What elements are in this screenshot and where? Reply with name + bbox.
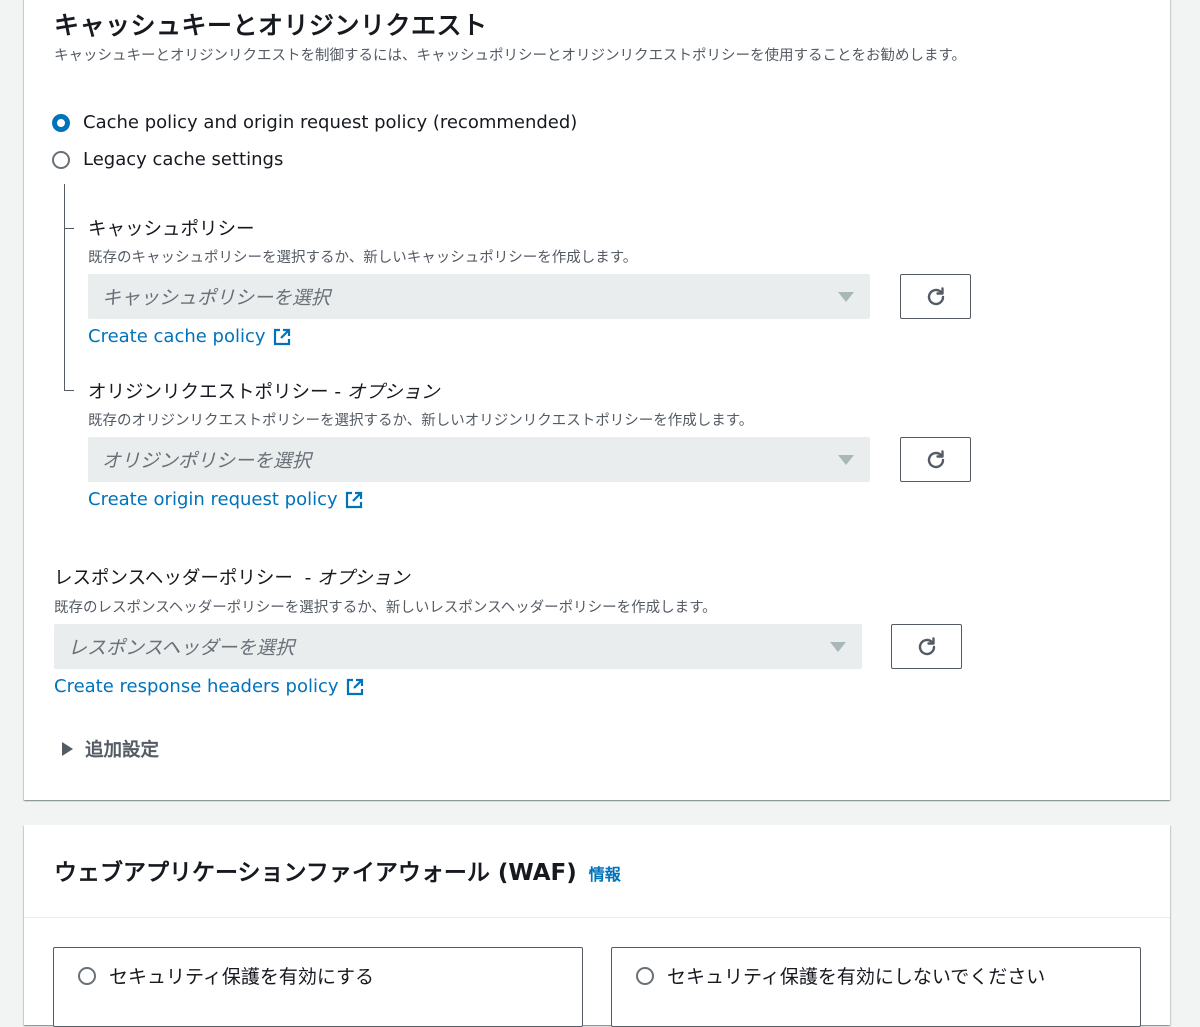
waf-disable-tile[interactable]: セキュリティ保護を有効にしないでください [611, 947, 1141, 1027]
external-link-icon [273, 328, 290, 345]
radio-selected-icon[interactable] [52, 113, 70, 132]
radio-label: セキュリティ保護を有効にする [109, 966, 375, 988]
create-cache-policy-link[interactable]: Create cache policy [88, 326, 292, 347]
radio-unselected-icon[interactable] [52, 150, 70, 169]
link-text: Create origin request policy [88, 489, 338, 510]
waf-section-title: ウェブアプリケーションファイアウォール (WAF) 情報 [54, 853, 621, 887]
external-link-icon [346, 678, 363, 695]
external-link-icon [345, 491, 362, 508]
tree-connector-tick [64, 228, 74, 229]
link-text: Create cache policy [88, 326, 266, 347]
response-headers-policy-label: レスポンスヘッダーポリシー - オプション [54, 564, 410, 590]
radio-cache-policy[interactable]: Cache policy and origin request policy (… [52, 112, 577, 133]
label-optional: オプション [346, 382, 440, 403]
waf-info-link[interactable]: 情報 [589, 861, 621, 885]
label-text: オリジンリクエストポリシー - [88, 382, 347, 403]
radio-disable-protection[interactable]: セキュリティ保護を有効にしないでください [636, 962, 1045, 989]
expander-label: 追加設定 [85, 740, 160, 761]
caret-down-icon [838, 292, 854, 302]
caret-right-icon [62, 742, 73, 756]
select-placeholder: レスポンスヘッダーを選択 [68, 637, 295, 659]
select-placeholder: オリジンポリシーを選択 [102, 450, 312, 472]
caret-down-icon [830, 642, 846, 652]
waf-enable-tile[interactable]: セキュリティ保護を有効にする [53, 947, 583, 1027]
radio-legacy-cache[interactable]: Legacy cache settings [52, 149, 283, 170]
response-headers-select[interactable]: レスポンスヘッダーを選択 [54, 624, 862, 669]
origin-policy-refresh-button[interactable] [900, 437, 971, 482]
additional-settings-expander[interactable]: 追加設定 [62, 736, 159, 762]
section-title: キャッシュキーとオリジンリクエスト [54, 11, 488, 40]
create-response-headers-policy-link[interactable]: Create response headers policy [54, 676, 365, 697]
response-headers-policy-description: 既存のレスポンスヘッダーポリシーを選択するか、新しいレスポンスヘッダーポリシーを… [54, 600, 717, 616]
cache-policy-select[interactable]: キャッシュポリシーを選択 [88, 274, 870, 319]
radio-label: セキュリティ保護を有効にしないでください [667, 966, 1046, 988]
cache-policy-refresh-button[interactable] [900, 274, 971, 319]
cache-policy-description: 既存のキャッシュポリシーを選択するか、新しいキャッシュポリシーを作成します。 [88, 250, 638, 266]
radio-unselected-icon[interactable] [636, 966, 654, 985]
radio-label: Cache policy and origin request policy (… [83, 112, 578, 133]
caret-down-icon [838, 455, 854, 465]
tree-connector-tick [64, 390, 74, 391]
radio-unselected-icon[interactable] [78, 966, 96, 985]
section-divider [24, 917, 1170, 918]
link-text: Create response headers policy [54, 676, 339, 697]
label-text: レスポンスヘッダーポリシー - [54, 568, 318, 589]
response-headers-refresh-button[interactable] [891, 624, 962, 669]
refresh-icon [918, 636, 935, 655]
origin-policy-description: 既存のオリジンリクエストポリシーを選択するか、新しいオリジンリクエストポリシーを… [88, 413, 754, 429]
refresh-icon [927, 286, 944, 305]
select-placeholder: キャッシュポリシーを選択 [102, 287, 331, 309]
radio-enable-protection[interactable]: セキュリティ保護を有効にする [78, 962, 374, 989]
label-optional: オプション [317, 568, 410, 589]
create-origin-request-policy-link[interactable]: Create origin request policy [88, 489, 364, 510]
refresh-icon [927, 449, 944, 468]
cache-policy-label: キャッシュポリシー [88, 219, 255, 240]
waf-title-text: ウェブアプリケーションファイアウォール (WAF) [54, 860, 577, 886]
section-description: キャッシュキーとオリジンリクエストを制御するには、キャッシュポリシーとオリジンリ… [54, 48, 967, 64]
cache-key-origin-request-panel: キャッシュキーとオリジンリクエスト キャッシュキーとオリジンリクエストを制御する… [24, 0, 1170, 800]
radio-label: Legacy cache settings [83, 149, 284, 170]
origin-policy-select[interactable]: オリジンポリシーを選択 [88, 437, 870, 482]
waf-panel: ウェブアプリケーションファイアウォール (WAF) 情報 セキュリティ保護を有効… [24, 825, 1170, 1027]
tree-connector-line [64, 184, 65, 390]
origin-policy-label: オリジンリクエストポリシー - オプション [88, 378, 439, 404]
